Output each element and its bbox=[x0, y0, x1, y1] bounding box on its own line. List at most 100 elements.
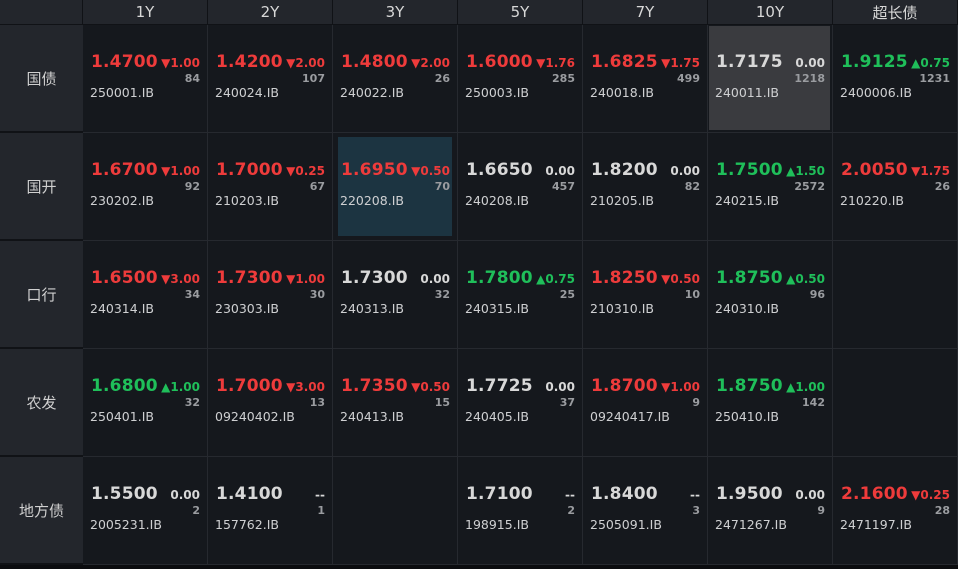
quote-cell[interactable]: 1.7000 ▼0.25 67 210203.IB bbox=[208, 133, 333, 241]
quote-cell[interactable]: 1.8750 ▲0.50 96 240310.IB bbox=[708, 241, 833, 349]
trade-volume: 1218 bbox=[794, 72, 825, 85]
bond-code: 210203.IB bbox=[215, 193, 279, 208]
trade-volume: 3 bbox=[692, 504, 700, 517]
yield-value: 1.4100 bbox=[216, 484, 283, 504]
yield-value: 1.8750 bbox=[716, 376, 783, 396]
bond-code: 220208.IB bbox=[340, 193, 404, 208]
yield-value: 1.7000 bbox=[216, 160, 283, 180]
bond-code: 2471197.IB bbox=[840, 517, 912, 532]
yield-change: ▲1.00 bbox=[161, 380, 200, 394]
quote-cell[interactable]: 1.7350 ▼0.50 15 240413.IB bbox=[333, 349, 458, 457]
yield-change: -- bbox=[565, 488, 575, 502]
quote-cell[interactable]: 1.6500 ▼3.00 34 240314.IB bbox=[83, 241, 208, 349]
quote-cell[interactable]: 1.6700 ▼1.00 92 230202.IB bbox=[83, 133, 208, 241]
yield-change: 0.00 bbox=[670, 164, 700, 178]
bond-code: 198915.IB bbox=[465, 517, 529, 532]
bond-code: 240405.IB bbox=[465, 409, 529, 424]
bond-code: 240018.IB bbox=[590, 85, 654, 100]
quote-cell[interactable]: 1.7500 ▲1.50 2572 240215.IB bbox=[708, 133, 833, 241]
quote-cell[interactable]: 1.7725 0.00 37 240405.IB bbox=[458, 349, 583, 457]
bond-code: 250001.IB bbox=[90, 85, 154, 100]
quote-cell[interactable]: 1.8250 ▼0.50 10 210310.IB bbox=[583, 241, 708, 349]
trade-volume: 26 bbox=[434, 72, 450, 85]
quote-cell[interactable]: 1.6000 ▼1.76 285 250003.IB bbox=[458, 25, 583, 133]
trade-volume: 28 bbox=[934, 504, 950, 517]
yield-change: ▲0.50 bbox=[786, 272, 825, 286]
quote-cell[interactable]: 1.6825 ▼1.75 499 240018.IB bbox=[583, 25, 708, 133]
bond-code: 210205.IB bbox=[590, 193, 654, 208]
quote-cell[interactable]: 1.7300 0.00 32 240313.IB bbox=[333, 241, 458, 349]
column-header-1y[interactable]: 1Y bbox=[83, 0, 208, 25]
yield-change: ▼0.50 bbox=[661, 272, 700, 286]
yield-value: 1.8750 bbox=[716, 268, 783, 288]
trade-volume: 457 bbox=[552, 180, 575, 193]
quote-cell[interactable]: 1.4800 ▼2.00 26 240022.IB bbox=[333, 25, 458, 133]
quote-cell[interactable]: 1.7100 -- 2 198915.IB bbox=[458, 457, 583, 565]
column-header-7y[interactable]: 7Y bbox=[583, 0, 708, 25]
yield-change: ▲0.75 bbox=[911, 56, 950, 70]
trade-volume: 2572 bbox=[794, 180, 825, 193]
yield-value: 1.8200 bbox=[591, 160, 658, 180]
quote-cell[interactable]: 1.9125 ▲0.75 1231 2400006.IB bbox=[833, 25, 958, 133]
quote-cell[interactable]: 1.8400 -- 3 2505091.IB bbox=[583, 457, 708, 565]
quote-cell[interactable]: 1.7175 0.00 1218 240011.IB bbox=[708, 25, 833, 133]
yield-change: ▼1.00 bbox=[161, 164, 200, 178]
trade-volume: 9 bbox=[817, 504, 825, 517]
yield-change: 0.00 bbox=[545, 164, 575, 178]
quote-cell[interactable]: 1.4200 ▼2.00 107 240024.IB bbox=[208, 25, 333, 133]
yield-change: ▼2.00 bbox=[286, 56, 325, 70]
quote-cell[interactable]: 2.0050 ▼1.75 26 210220.IB bbox=[833, 133, 958, 241]
column-header-3y[interactable]: 3Y bbox=[333, 0, 458, 25]
yield-change: ▼1.00 bbox=[161, 56, 200, 70]
trade-volume: 32 bbox=[434, 288, 450, 301]
quote-cell[interactable]: 1.6800 ▲1.00 32 250401.IB bbox=[83, 349, 208, 457]
quote-cell[interactable]: 1.8750 ▲1.00 142 250410.IB bbox=[708, 349, 833, 457]
bond-code: 2005231.IB bbox=[90, 517, 162, 532]
trade-volume: 15 bbox=[434, 396, 450, 409]
trade-volume: 26 bbox=[934, 180, 950, 193]
trade-volume: 82 bbox=[684, 180, 700, 193]
yield-value: 1.5500 bbox=[91, 484, 158, 504]
column-header-ultra-long[interactable]: 超长债 bbox=[833, 0, 958, 25]
yield-value: 1.9125 bbox=[841, 52, 908, 72]
quote-cell[interactable]: 1.4100 -- 1 157762.IB bbox=[208, 457, 333, 565]
bond-code: 250410.IB bbox=[715, 409, 779, 424]
bond-code: 2505091.IB bbox=[590, 517, 662, 532]
quote-cell[interactable]: 1.6950 ▼0.50 70 220208.IB bbox=[333, 133, 458, 241]
trade-volume: 10 bbox=[684, 288, 700, 301]
column-header-5y[interactable]: 5Y bbox=[458, 0, 583, 25]
quote-cell[interactable]: 1.8700 ▼1.00 9 09240417.IB bbox=[583, 349, 708, 457]
quote-cell[interactable]: 1.4700 ▼1.00 84 250001.IB bbox=[83, 25, 208, 133]
quote-cell[interactable]: 1.5500 0.00 2 2005231.IB bbox=[83, 457, 208, 565]
quote-cell[interactable]: 1.7300 ▼1.00 30 230303.IB bbox=[208, 241, 333, 349]
bond-code: 240022.IB bbox=[340, 85, 404, 100]
yield-change: ▼1.76 bbox=[536, 56, 575, 70]
quote-cell[interactable]: 1.8200 0.00 82 210205.IB bbox=[583, 133, 708, 241]
quote-cell[interactable]: 1.7000 ▼3.00 13 09240402.IB bbox=[208, 349, 333, 457]
row-label: 地方债 bbox=[0, 457, 83, 565]
yield-change: ▼3.00 bbox=[286, 380, 325, 394]
quote-cell[interactable]: 1.7800 ▲0.75 25 240315.IB bbox=[458, 241, 583, 349]
trade-volume: 1 bbox=[317, 504, 325, 517]
yield-change: ▲1.00 bbox=[786, 380, 825, 394]
trade-volume: 1231 bbox=[919, 72, 950, 85]
yield-value: 1.8250 bbox=[591, 268, 658, 288]
yield-value: 1.8700 bbox=[591, 376, 658, 396]
yield-change: 0.00 bbox=[795, 56, 825, 70]
yield-value: 1.7000 bbox=[216, 376, 283, 396]
yield-value: 1.7500 bbox=[716, 160, 783, 180]
quote-cell[interactable]: 1.9500 0.00 9 2471267.IB bbox=[708, 457, 833, 565]
yield-change: ▼1.00 bbox=[661, 380, 700, 394]
empty-cell bbox=[833, 349, 958, 457]
yield-change: 0.00 bbox=[420, 272, 450, 286]
yield-value: 1.4800 bbox=[341, 52, 408, 72]
quote-cell[interactable]: 1.6650 0.00 457 240208.IB bbox=[458, 133, 583, 241]
column-header-2y[interactable]: 2Y bbox=[208, 0, 333, 25]
trade-volume: 107 bbox=[302, 72, 325, 85]
column-header-10y[interactable]: 10Y bbox=[708, 0, 833, 25]
bond-code: 240024.IB bbox=[215, 85, 279, 100]
yield-change: ▲1.50 bbox=[786, 164, 825, 178]
bond-code: 210220.IB bbox=[840, 193, 904, 208]
quote-cell[interactable]: 2.1600 ▼0.25 28 2471197.IB bbox=[833, 457, 958, 565]
bond-code: 09240402.IB bbox=[215, 409, 295, 424]
